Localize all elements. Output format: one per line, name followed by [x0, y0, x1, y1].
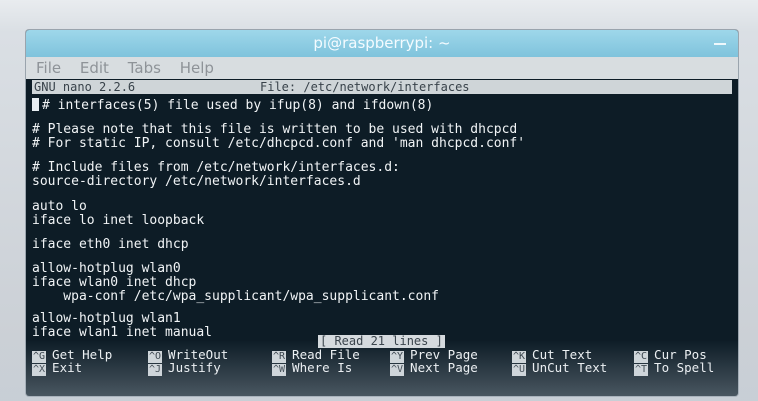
editor-line: source-directory /etc/network/interfaces… — [32, 174, 361, 189]
editor-line: # For static IP, consult /etc/dhcpcd.con… — [32, 136, 526, 151]
editor-line: auto lo — [32, 199, 87, 214]
editor-text-area[interactable]: # interfaces(5) file used by ifup(8) and… — [32, 98, 732, 348]
editor-line: allow-hotplug wlan0 — [32, 261, 181, 276]
nano-version: GNU nano 2.2.6 — [34, 80, 136, 94]
nano-filename: File: /etc/network/interfaces — [260, 80, 470, 94]
shortcut-where-is[interactable]: ^W Where Is — [272, 361, 352, 376]
menu-edit[interactable]: Edit — [80, 59, 109, 77]
editor-line: # Please note that this file is written … — [32, 122, 518, 137]
editor-line: iface lo inet loopback — [32, 213, 205, 228]
menu-bar: File Edit Tabs Help — [26, 57, 738, 79]
menu-tabs[interactable]: Tabs — [128, 59, 161, 77]
shortcut-exit[interactable]: ^X Exit — [32, 361, 82, 376]
shortcut-bar: ^G Get Help ^O WriteOut ^R Read File ^Y Prev… — [32, 348, 732, 378]
editor-line: iface eth0 inet dhcp — [32, 237, 189, 252]
window-title: pi@raspberrypi: ~ — [313, 34, 451, 52]
shortcut-uncut-text[interactable]: ^U UnCut Text — [512, 361, 607, 376]
editor-line: allow-hotplug wlan1 — [32, 311, 181, 326]
shortcut-next-page[interactable]: ^V Next Page — [390, 361, 478, 376]
editor-line: # Include files from /etc/network/interf… — [32, 160, 400, 175]
editor-line: # interfaces(5) file used by ifup(8) and… — [32, 98, 433, 113]
editor-line: iface wlan1 inet manual — [32, 325, 213, 340]
shortcut-justify[interactable]: ^J Justify — [148, 361, 221, 376]
editor-line: wpa-conf /etc/wpa_supplicant/wpa_supplic… — [32, 289, 439, 304]
shortcut-to-spell[interactable]: ^T To Spell — [634, 361, 714, 376]
nano-header-bar: GNU nano 2.2.6 File: /etc/network/interf… — [32, 80, 732, 94]
text-cursor — [32, 98, 39, 111]
editor-line: iface wlan0 inet dhcp — [32, 275, 197, 290]
terminal-window: pi@raspberrypi: ~ File Edit Tabs Help GN… — [26, 30, 738, 396]
menu-file[interactable]: File — [36, 59, 61, 77]
window-titlebar[interactable]: pi@raspberrypi: ~ — [26, 30, 738, 57]
minimize-icon[interactable] — [714, 43, 726, 45]
menu-help[interactable]: Help — [180, 59, 214, 77]
